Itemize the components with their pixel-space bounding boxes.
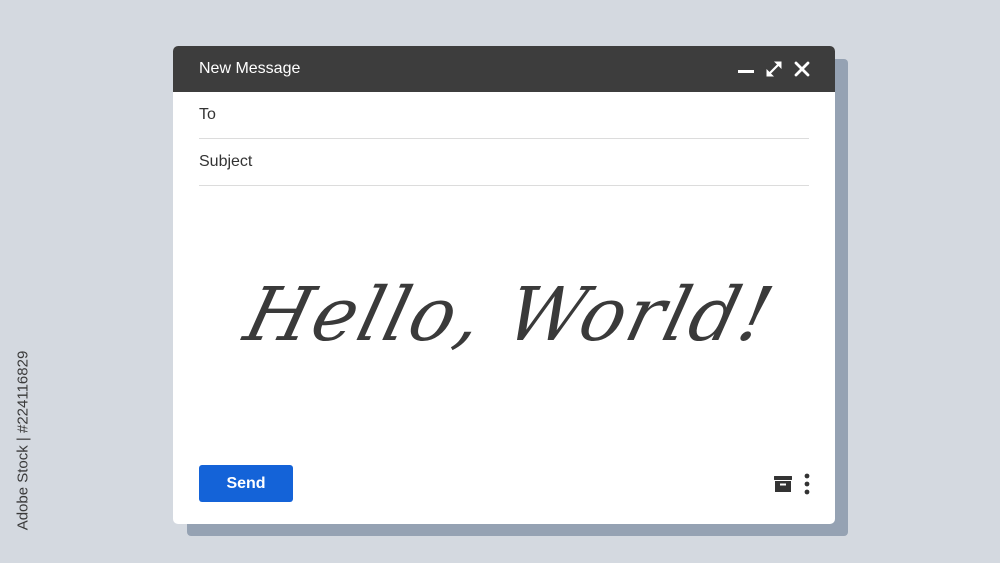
window-controls (737, 60, 811, 78)
compose-footer: Send (199, 465, 811, 502)
to-input[interactable] (228, 100, 809, 130)
subject-input[interactable] (264, 147, 809, 177)
expand-icon[interactable] (765, 60, 783, 78)
handwritten-text: Hello, World! (235, 271, 783, 358)
stock-watermark: Adobe Stock | #224116829 (12, 330, 34, 550)
subject-label: Subject (199, 153, 253, 170)
compose-window: New Message To Subject Hello, World! Sen… (173, 46, 835, 524)
subject-field[interactable]: Subject (199, 139, 809, 186)
archive-icon[interactable] (773, 475, 793, 493)
to-label: To (199, 106, 216, 123)
footer-actions (773, 473, 811, 495)
minimize-icon[interactable] (737, 60, 755, 78)
title-bar: New Message (173, 46, 835, 92)
message-body[interactable]: Hello, World! (199, 234, 809, 454)
to-field[interactable]: To (199, 92, 809, 139)
more-options-icon[interactable] (803, 473, 811, 495)
window-title: New Message (199, 60, 301, 77)
send-button[interactable]: Send (199, 465, 293, 502)
body-text: Hello, World! (235, 271, 783, 358)
close-icon[interactable] (793, 60, 811, 78)
watermark-text: Adobe Stock | #224116829 (14, 350, 32, 530)
